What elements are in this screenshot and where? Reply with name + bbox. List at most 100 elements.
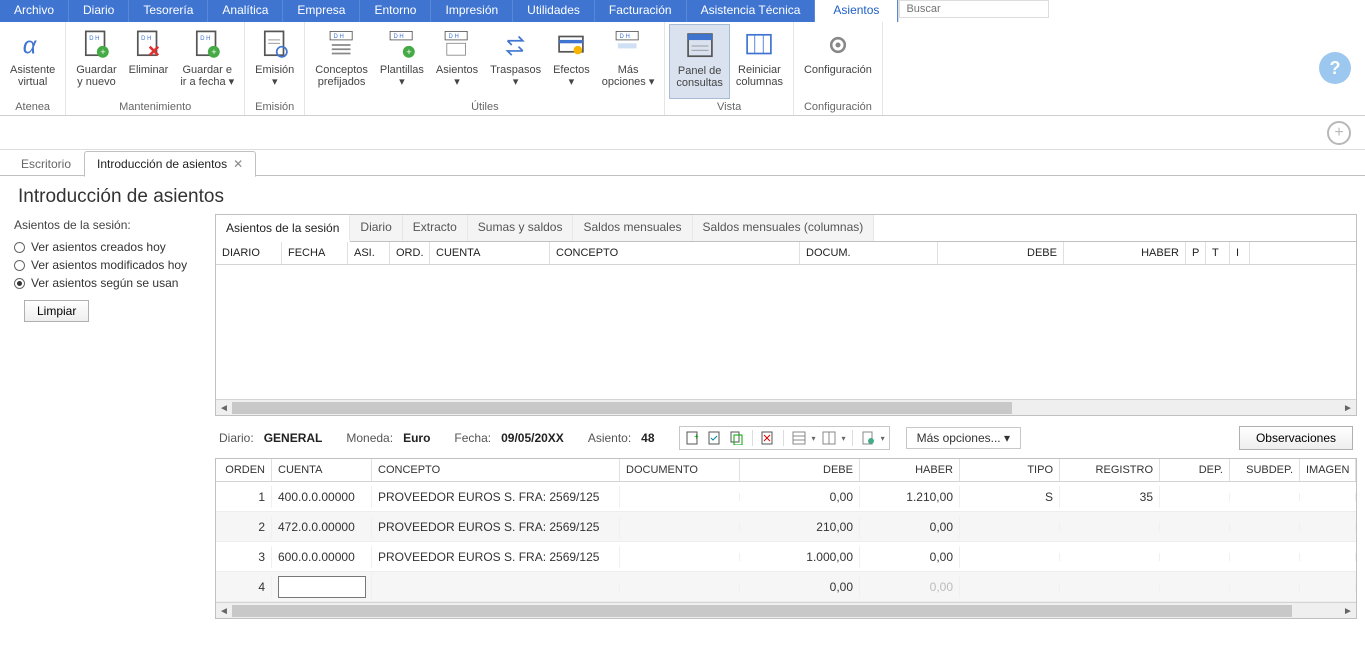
cell-concepto[interactable]: PROVEEDOR EUROS S. FRA: 2569/125 <box>372 516 620 538</box>
col-header[interactable]: CONCEPTO <box>372 459 620 481</box>
menu-tesorería[interactable]: Tesorería <box>129 0 208 22</box>
cell-imagen[interactable] <box>1300 553 1356 561</box>
col-header[interactable]: I <box>1230 242 1250 264</box>
menu-empresa[interactable]: Empresa <box>283 0 360 22</box>
cell-cuenta[interactable] <box>272 572 372 602</box>
cell-cuenta[interactable]: 400.0.0.00000 <box>272 486 372 508</box>
efectos-button[interactable]: Efectos ▾ <box>547 24 596 99</box>
search-input[interactable] <box>899 0 1049 18</box>
cell-tipo[interactable] <box>960 553 1060 561</box>
tool-save-icon[interactable] <box>706 429 724 447</box>
cell-debe[interactable]: 210,00 <box>740 516 860 538</box>
cell-debe[interactable]: 1.000,00 <box>740 546 860 568</box>
scroll-thumb[interactable] <box>232 605 1292 617</box>
cell-concepto[interactable] <box>372 583 620 591</box>
col-header[interactable]: DOCUMENTO <box>620 459 740 481</box>
scroll-right-icon[interactable]: ► <box>1340 400 1356 416</box>
mas-opciones-button[interactable]: D HMás opciones ▾ <box>596 24 661 99</box>
radio-option[interactable]: Ver asientos según se usan <box>14 276 199 290</box>
cell-orden[interactable]: 2 <box>216 516 272 538</box>
traspasos-button[interactable]: Traspasos ▾ <box>484 24 547 99</box>
asistente-virtual-button[interactable]: αAsistente virtual <box>4 24 61 99</box>
tool-grid-a-icon[interactable] <box>790 429 808 447</box>
cell-dep[interactable] <box>1160 493 1230 501</box>
conceptos-prefijados-button[interactable]: D HConceptos prefijados <box>309 24 374 99</box>
col-header[interactable]: DEBE <box>938 242 1064 264</box>
cell-orden[interactable]: 1 <box>216 486 272 508</box>
col-header[interactable]: T <box>1206 242 1230 264</box>
menu-asientos[interactable]: Asientos <box>815 0 898 22</box>
cell-cuenta[interactable]: 600.0.0.00000 <box>272 546 372 568</box>
cell-dep[interactable] <box>1160 583 1230 591</box>
entry-grid-hscroll[interactable]: ◄ ► <box>216 602 1356 618</box>
cell-subdep[interactable] <box>1230 493 1300 501</box>
menu-utilidades[interactable]: Utilidades <box>513 0 595 22</box>
limpiar-button[interactable]: Limpiar <box>24 300 89 322</box>
mas-opciones-button[interactable]: Más opciones... ▾ <box>906 427 1021 449</box>
menu-asistencia técnica[interactable]: Asistencia Técnica <box>687 0 816 22</box>
col-header[interactable]: FECHA <box>282 242 348 264</box>
col-header[interactable]: ASI. <box>348 242 390 264</box>
col-header[interactable]: TIPO <box>960 459 1060 481</box>
guardar-nuevo-button[interactable]: D H+Guardar y nuevo <box>70 24 122 99</box>
col-header[interactable]: DIARIO <box>216 242 282 264</box>
subtab[interactable]: Asientos de la sesión <box>216 215 350 242</box>
tool-new-icon[interactable]: + <box>684 429 702 447</box>
cell-haber[interactable]: 0,00 <box>860 516 960 538</box>
col-header[interactable]: HABER <box>860 459 960 481</box>
cuenta-input[interactable] <box>278 576 366 598</box>
subtab[interactable]: Diario <box>350 215 402 241</box>
cell-debe[interactable]: 0,00 <box>740 576 860 598</box>
cell-documento[interactable] <box>620 583 740 591</box>
cell-imagen[interactable] <box>1300 493 1356 501</box>
col-header[interactable]: CUENTA <box>430 242 550 264</box>
guardar-ir-fecha-button[interactable]: D H+Guardar e ir a fecha ▾ <box>174 24 240 99</box>
scroll-left-icon[interactable]: ◄ <box>216 603 232 619</box>
col-header[interactable]: CUENTA <box>272 459 372 481</box>
close-icon[interactable]: ✕ <box>233 157 243 171</box>
workspace-tab[interactable]: Escritorio <box>8 151 84 176</box>
session-grid-hscroll[interactable]: ◄ ► <box>216 399 1356 415</box>
scroll-right-icon[interactable]: ► <box>1340 603 1356 619</box>
tool-grid-b-icon[interactable] <box>820 429 838 447</box>
col-header[interactable]: DOCUM. <box>800 242 938 264</box>
col-header[interactable]: HABER <box>1064 242 1186 264</box>
menu-diario[interactable]: Diario <box>69 0 129 22</box>
col-header[interactable]: SUBDEP. <box>1230 459 1300 481</box>
add-button[interactable]: + <box>1327 121 1351 145</box>
cell-documento[interactable] <box>620 523 740 531</box>
col-header[interactable]: IMAGEN <box>1300 459 1356 481</box>
tool-doc-icon[interactable] <box>859 429 877 447</box>
observaciones-button[interactable]: Observaciones <box>1239 426 1353 450</box>
emision-button[interactable]: Emisión ▾ <box>249 24 300 99</box>
help-icon[interactable]: ? <box>1319 52 1351 84</box>
cell-orden[interactable]: 4 <box>216 576 272 598</box>
cell-subdep[interactable] <box>1230 553 1300 561</box>
radio-option[interactable]: Ver asientos creados hoy <box>14 240 199 254</box>
menu-analítica[interactable]: Analítica <box>208 0 283 22</box>
table-row[interactable]: 40,000,00 <box>216 572 1356 602</box>
cell-tipo[interactable] <box>960 583 1060 591</box>
plantillas-button[interactable]: D H+Plantillas ▾ <box>374 24 430 99</box>
cell-subdep[interactable] <box>1230 523 1300 531</box>
cell-registro[interactable] <box>1060 553 1160 561</box>
cell-imagen[interactable] <box>1300 583 1356 591</box>
subtab[interactable]: Saldos mensuales <box>573 215 692 241</box>
radio-option[interactable]: Ver asientos modificados hoy <box>14 258 199 272</box>
cell-concepto[interactable]: PROVEEDOR EUROS S. FRA: 2569/125 <box>372 546 620 568</box>
table-row[interactable]: 2472.0.0.00000PROVEEDOR EUROS S. FRA: 25… <box>216 512 1356 542</box>
col-header[interactable]: DEBE <box>740 459 860 481</box>
cell-haber[interactable]: 1.210,00 <box>860 486 960 508</box>
menu-impresión[interactable]: Impresión <box>431 0 513 22</box>
cell-registro[interactable]: 35 <box>1060 486 1160 508</box>
session-grid-body[interactable] <box>216 265 1356 399</box>
cell-haber[interactable]: 0,00 <box>860 546 960 568</box>
col-header[interactable]: DEP. <box>1160 459 1230 481</box>
cell-dep[interactable] <box>1160 553 1230 561</box>
col-header[interactable]: ORDEN <box>216 459 272 481</box>
tool-copy-icon[interactable] <box>728 429 746 447</box>
asientos-button[interactable]: D HAsientos ▾ <box>430 24 484 99</box>
col-header[interactable]: ORD. <box>390 242 430 264</box>
eliminar-button[interactable]: D HEliminar <box>123 24 175 99</box>
cell-cuenta[interactable]: 472.0.0.00000 <box>272 516 372 538</box>
